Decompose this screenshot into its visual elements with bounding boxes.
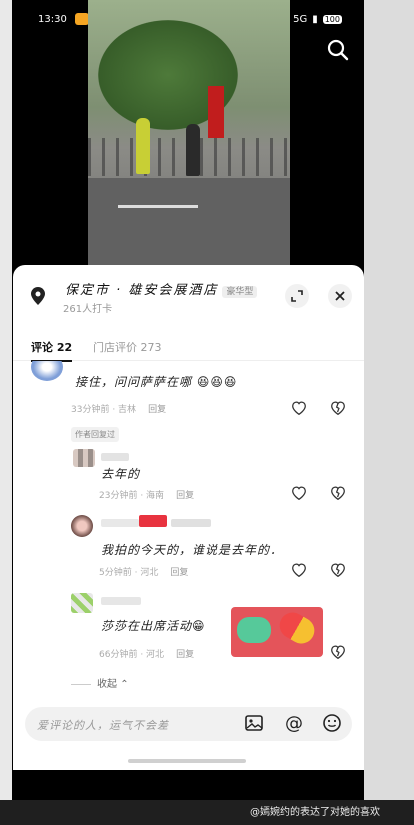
- watermark: @嫣婉约的表达了对她的喜欢: [250, 807, 380, 818]
- expand-button[interactable]: [285, 284, 309, 308]
- mention-button[interactable]: @: [283, 713, 305, 735]
- location-pin-icon: [31, 287, 45, 305]
- comment-input-placeholder: 爱评论的人，运气不会差: [37, 719, 169, 732]
- video-person: [186, 124, 200, 176]
- author-replied-tag: 作者回复过: [71, 427, 119, 442]
- like-icon[interactable]: [290, 561, 308, 579]
- signal-bars-icon: ▮: [312, 13, 318, 25]
- status-time: 13:30: [38, 13, 67, 25]
- like-icon[interactable]: [290, 484, 308, 502]
- dislike-icon[interactable]: [329, 643, 347, 661]
- username-redacted: [101, 597, 141, 605]
- expand-icon: [291, 290, 303, 302]
- username-redacted: [101, 519, 139, 527]
- comment-meta: 5分钟前 · 河北 回复: [99, 568, 189, 578]
- reply-link[interactable]: 回复: [148, 405, 166, 415]
- reply-link[interactable]: 回复: [176, 491, 194, 501]
- chevron-up-icon: ⌃: [120, 679, 129, 690]
- image-button[interactable]: [243, 713, 265, 735]
- dislike-icon[interactable]: [329, 484, 347, 502]
- avatar[interactable]: [71, 515, 93, 537]
- sheet-header: 保定市 · 雄安会展酒店 豪华型 261人打卡: [13, 265, 364, 325]
- video-player[interactable]: [88, 0, 290, 268]
- app-icon: [74, 13, 89, 25]
- emoji-button[interactable]: [321, 713, 343, 735]
- comment-sheet: 保定市 · 雄安会展酒店 豪华型 261人打卡 评论 22 门店评价 273 接住…: [13, 265, 364, 770]
- checkin-count: 261人打卡: [63, 304, 113, 315]
- comment-list: 接住，问问萨萨在哪 😆😆😆 33分钟前 · 吉林 回复 作者回复过 去年的 23分…: [13, 361, 364, 697]
- username-redacted: [101, 453, 129, 461]
- tab-comments[interactable]: 评论 22: [31, 339, 73, 362]
- comment-meta: 23分钟前 · 海南 回复: [99, 491, 195, 501]
- comment-meta: 33分钟前 · 吉林 回复: [71, 405, 167, 415]
- battery-icon: 100: [322, 14, 342, 24]
- comment-emojis: 😆😆😆: [196, 375, 238, 389]
- username-redacted: [139, 515, 167, 527]
- avatar[interactable]: [31, 361, 63, 381]
- comment-text: 接住，问问萨萨在哪 😆😆😆: [75, 375, 238, 389]
- comment-text: 去年的: [101, 467, 141, 481]
- search-button[interactable]: [326, 38, 356, 68]
- comment-sticker[interactable]: [231, 607, 323, 657]
- dislike-icon[interactable]: [329, 399, 347, 417]
- home-indicator: [128, 759, 246, 763]
- image-icon: [245, 715, 263, 731]
- comment-meta: 66分钟前 · 河北 回复: [99, 650, 195, 660]
- search-icon: [327, 39, 349, 61]
- comment-text: 莎莎在出席活动😁: [101, 619, 206, 633]
- username-redacted: [171, 519, 211, 527]
- close-button[interactable]: [328, 284, 352, 308]
- smiley-icon: [323, 714, 341, 732]
- video-person: [136, 118, 150, 174]
- comment-input[interactable]: 爱评论的人，运气不会差 @: [25, 707, 352, 741]
- collapse-label: 收起: [97, 679, 117, 690]
- like-icon[interactable]: [290, 399, 308, 417]
- sticker-capsule: [274, 607, 320, 649]
- avatar[interactable]: [73, 449, 95, 467]
- reply-link[interactable]: 回复: [170, 568, 188, 578]
- close-icon: [335, 291, 345, 301]
- video-road-stripe: [118, 205, 198, 208]
- collapse-replies-button[interactable]: 收起 ⌃: [71, 675, 129, 690]
- dislike-icon[interactable]: [329, 561, 347, 579]
- comment-emojis: 😁: [192, 619, 206, 633]
- place-label: 保定市 · 雄安会展酒店: [65, 283, 219, 298]
- place-tag: 豪华型: [222, 286, 258, 298]
- place-name[interactable]: 保定市 · 雄安会展酒店 豪华型: [65, 279, 258, 298]
- background-right: [364, 0, 414, 825]
- reply-link[interactable]: 回复: [176, 650, 194, 660]
- tab-store-reviews[interactable]: 门店评价 273: [93, 339, 162, 355]
- at-icon: @: [285, 713, 303, 734]
- signal-label: 5G: [293, 13, 308, 25]
- comment-text: 我拍的今天的，谁说是去年的．: [101, 543, 284, 557]
- sticker-blob: [237, 617, 271, 643]
- video-banner: [208, 86, 224, 138]
- video-road: [88, 178, 290, 268]
- avatar[interactable]: [71, 593, 93, 613]
- tab-bar: 评论 22 门店评价 273: [13, 333, 364, 362]
